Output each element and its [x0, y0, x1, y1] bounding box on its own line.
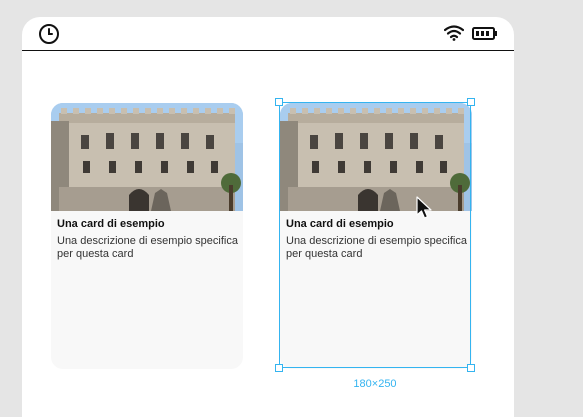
card-1[interactable]: Una card di esempio Una descrizione di e…	[51, 103, 243, 369]
card-title: Una card di esempio	[57, 218, 165, 230]
phone-frame: Una card di esempio Una descrizione di e…	[22, 17, 514, 417]
card-description: Una descrizione di esempio specifica per…	[286, 235, 467, 260]
card-description: Una descrizione di esempio specifica per…	[57, 235, 238, 260]
card-image	[51, 103, 243, 211]
battery-icon	[472, 27, 497, 40]
card-2[interactable]: Una card di esempio Una descrizione di e…	[280, 103, 472, 369]
mouse-cursor-icon	[416, 196, 432, 219]
selection-size-label: 180×250	[353, 378, 397, 390]
card-title: Una card di esempio	[286, 218, 394, 230]
wifi-icon	[444, 25, 464, 41]
status-bar	[22, 17, 514, 51]
card-image	[280, 103, 472, 211]
clock-icon	[39, 24, 59, 44]
